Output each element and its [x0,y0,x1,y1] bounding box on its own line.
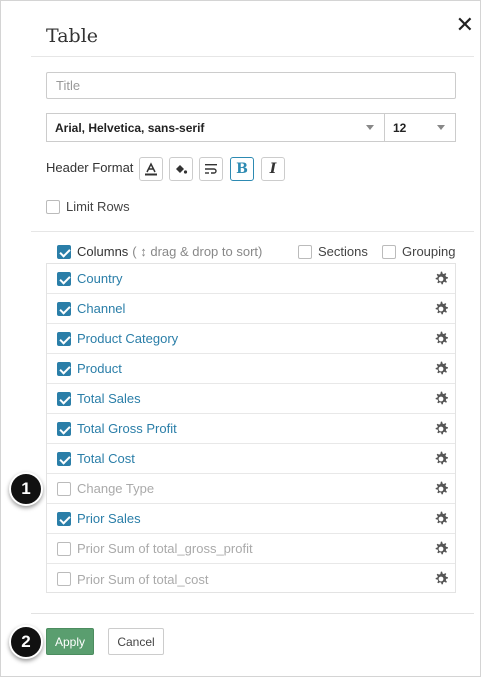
limit-rows-toggle[interactable]: Limit Rows [46,199,130,214]
column-row[interactable]: Product [47,354,455,384]
column-label: Change Type [77,481,155,496]
columns-list: Country Channel Product Category Product Tot… [46,263,456,593]
sections-checkbox[interactable] [298,244,312,259]
column-label: Country [77,271,123,286]
column-checkbox[interactable] [57,451,71,466]
step-badge-2: 2 [9,625,43,659]
font-family-select[interactable]: Arial, Helvetica, sans-serif [46,113,385,142]
text-color-icon [145,162,157,176]
divider [31,231,474,232]
column-checkbox[interactable] [57,301,71,316]
column-label: Prior Sum of total_cost [77,571,209,587]
column-row[interactable]: Change Type [47,474,455,504]
column-checkbox[interactable] [57,481,71,496]
column-row[interactable]: Prior Sum of total_gross_profit [47,534,455,564]
gear-icon[interactable] [433,571,449,587]
column-row[interactable]: Prior Sum of total_cost [47,564,455,594]
grouping-label: Grouping [402,244,456,259]
columns-select-all-checkbox[interactable] [57,244,71,259]
column-row[interactable]: Total Cost [47,444,455,474]
column-label: Prior Sales [77,511,141,526]
step-badge-1: 1 [9,472,43,506]
grouping-toggle[interactable]: Grouping [382,244,455,259]
column-checkbox[interactable] [57,331,71,346]
columns-header: Columns ( ↕ drag & drop to sort) [57,244,262,259]
column-checkbox[interactable] [57,391,71,406]
column-label: Total Cost [77,451,135,466]
bold-button[interactable]: B [230,157,254,181]
dialog-title: Table [46,25,99,47]
column-checkbox[interactable] [57,541,71,556]
column-label: Total Gross Profit [77,421,177,436]
gear-icon[interactable] [433,361,449,377]
gear-icon[interactable] [433,271,449,287]
wrap-text-icon [205,164,217,174]
column-label: Product [77,361,122,376]
header-format-label: Header Format [46,160,134,175]
text-color-button[interactable] [139,157,163,181]
gear-icon[interactable] [433,421,449,437]
gear-icon[interactable] [433,391,449,407]
italic-icon: I [269,161,277,177]
sections-toggle[interactable]: Sections [298,244,368,259]
wrap-text-button[interactable] [199,157,223,181]
column-label: Total Sales [77,391,141,406]
footer-divider [31,613,474,614]
gear-icon[interactable] [433,451,449,467]
column-label: Product Category [77,331,179,346]
italic-button[interactable]: I [261,157,285,181]
columns-hint: ( ↕ drag & drop to sort) [132,244,263,259]
gear-icon[interactable] [433,301,449,317]
column-checkbox[interactable] [57,572,71,586]
column-row[interactable]: Country [47,264,455,294]
limit-rows-checkbox[interactable] [46,199,60,214]
divider [31,56,474,57]
gear-icon[interactable] [433,481,449,497]
title-input[interactable] [46,72,456,99]
gear-icon[interactable] [433,511,449,527]
column-checkbox[interactable] [57,511,71,526]
fill-color-icon [176,165,188,174]
gear-icon[interactable] [433,541,449,557]
column-row[interactable]: Prior Sales [47,504,455,534]
column-row[interactable]: Total Gross Profit [47,414,455,444]
grouping-checkbox[interactable] [382,244,396,259]
fill-color-button[interactable] [169,157,193,181]
column-label: Channel [77,301,126,316]
column-row[interactable]: Channel [47,294,455,324]
font-size-select[interactable]: 12 [384,113,456,142]
font-size-value: 12 [393,120,407,135]
column-label: Prior Sum of total_gross_profit [77,541,253,556]
column-row[interactable]: Product Category [47,324,455,354]
column-checkbox[interactable] [57,271,71,286]
close-icon[interactable]: ✕ [456,13,474,38]
chevron-down-icon [366,125,374,130]
column-row[interactable]: Total Sales [47,384,455,414]
chevron-down-icon [437,125,445,130]
limit-rows-label: Limit Rows [66,199,130,214]
table-settings-dialog: Table ✕ Arial, Helvetica, sans-serif 12 … [0,0,481,677]
apply-button[interactable]: Apply [46,628,94,655]
gear-icon[interactable] [433,331,449,347]
font-family-value: Arial, Helvetica, sans-serif [55,120,205,135]
column-checkbox[interactable] [57,361,71,376]
sections-label: Sections [318,244,368,259]
column-checkbox[interactable] [57,421,71,436]
cancel-button[interactable]: Cancel [108,628,164,655]
columns-label: Columns [77,244,129,259]
bold-icon: B [236,161,248,177]
